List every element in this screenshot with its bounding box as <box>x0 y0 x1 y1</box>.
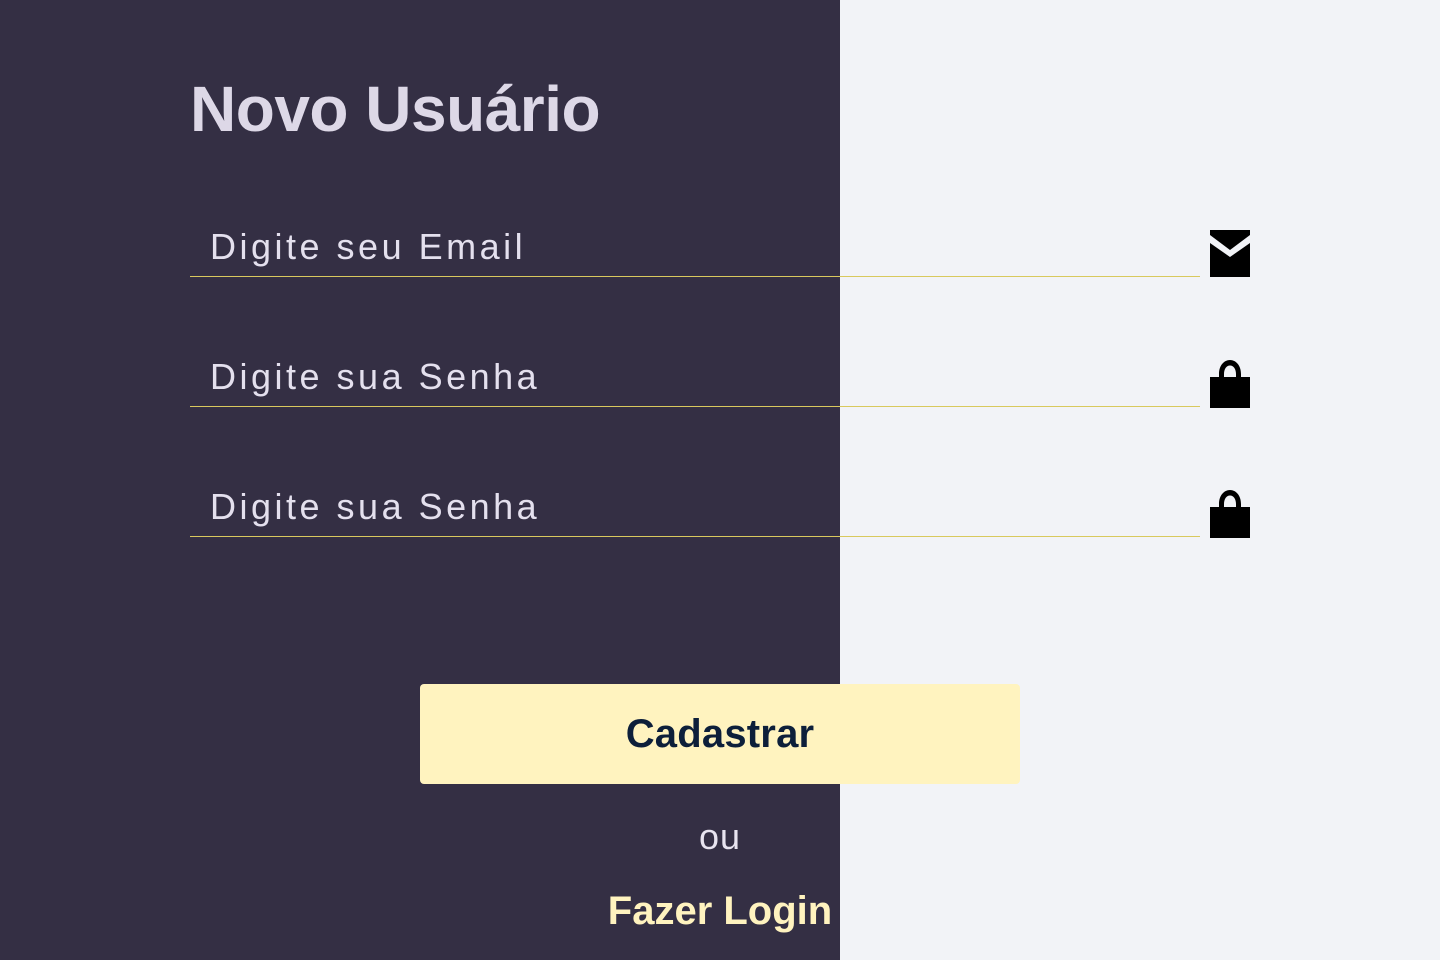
envelope-icon <box>1210 230 1250 277</box>
cadastrar-button[interactable]: Cadastrar <box>420 684 1020 784</box>
or-separator: ou <box>698 816 742 857</box>
page-title: Novo Usuário <box>190 73 601 145</box>
confirm-password-field[interactable] <box>190 477 1200 537</box>
email-field[interactable] <box>190 217 1200 277</box>
lock-icon <box>1210 360 1250 408</box>
lock-icon <box>1210 490 1250 538</box>
confirm-password-field-group <box>190 477 1252 539</box>
password-field[interactable] <box>190 347 1200 407</box>
password-field-group <box>190 347 1252 409</box>
login-link[interactable]: Fazer Login <box>570 880 870 942</box>
email-field-group <box>190 217 1252 279</box>
